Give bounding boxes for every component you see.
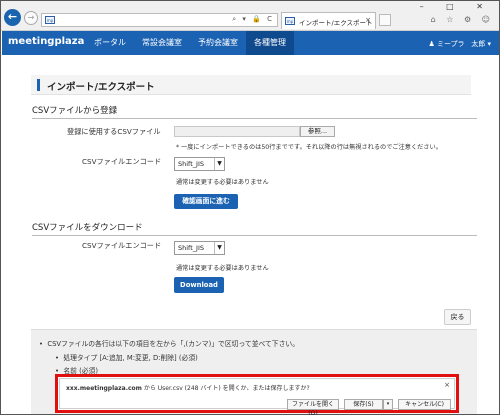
address-bar-icons[interactable]: ⌕ ▾ 🔒 C: [232, 15, 274, 24]
browse-button[interactable]: 参照...: [300, 126, 335, 137]
address-bar[interactable]: mp ⌕ ▾ 🔒 C: [41, 13, 278, 27]
import-encoding-select[interactable]: Shift_JIS ▼: [174, 157, 225, 171]
export-section-heading: CSVファイルをダウンロード: [32, 221, 477, 236]
back-button[interactable]: 戻る: [444, 309, 471, 325]
chevron-down-icon: ▼: [214, 242, 224, 254]
page-title: インポート/エクスポート: [47, 82, 155, 93]
chevron-down-icon: ▼: [214, 158, 224, 170]
export-encoding-label: CSVファイルエンコード: [82, 241, 162, 250]
file-label: 登録に使用するCSVファイル: [67, 127, 161, 136]
browser-tool-icons[interactable]: ⌂ ☆ ⚙ ☺: [431, 15, 494, 24]
tab-favicon-icon: mp: [285, 17, 295, 25]
download-message: xxx.meetingplaza.com から User.csv (248 バイ…: [66, 385, 310, 392]
confirm-button[interactable]: 確認画面に進む: [174, 194, 238, 209]
back-arrow-icon[interactable]: ←: [4, 9, 21, 26]
import-encoding-label: CSVファイルエンコード: [82, 157, 162, 166]
browser-window: ← → mp ⌕ ▾ 🔒 C mp インポート/エクスポート × – □ ✕ ⌂…: [0, 0, 500, 415]
file-note: * 一度にインポートできるのは50行までです。それ以降の行は無視されるのでご注意…: [176, 144, 442, 151]
save-options-chevron-icon[interactable]: ▾: [383, 399, 393, 410]
user-org: ♟ ミープラ: [428, 40, 465, 48]
menu-item-portal[interactable]: ポータル: [86, 31, 134, 55]
export-encoding-note: 通常は変更する必要はありません: [176, 265, 269, 272]
export-encoding-value: Shift_JIS: [178, 244, 204, 252]
info-intro: • CSVファイルの各行は以下の項目を左から「,(カンマ)」で区切って並べて下さ…: [39, 340, 299, 348]
save-button[interactable]: 保存(S): [344, 399, 383, 410]
download-notification-body: xxx.meetingplaza.com から User.csv (248 バイ…: [59, 378, 455, 415]
forward-arrow-icon[interactable]: →: [24, 11, 38, 25]
page-title-bar: インポート/エクスポート: [31, 75, 471, 95]
tab-title: インポート/エクスポート: [299, 19, 373, 27]
menu-item-permanent-rooms[interactable]: 常設会議室: [134, 31, 190, 55]
meetingplaza-logo[interactable]: meetingplaza: [8, 36, 84, 47]
menu-item-reserved-rooms[interactable]: 予約会議室: [190, 31, 246, 55]
import-encoding-note: 通常は変更する必要はありません: [176, 179, 269, 186]
main-menu: ポータル 常設会議室 予約会議室 各種管理: [86, 31, 294, 55]
download-notification: xxx.meetingplaza.com から User.csv (248 バイ…: [55, 374, 459, 415]
new-tab-button[interactable]: [379, 14, 391, 26]
file-path-input[interactable]: [174, 126, 300, 137]
export-encoding-select[interactable]: Shift_JIS ▼: [174, 241, 225, 255]
cancel-button[interactable]: キャンセル(C): [398, 399, 451, 410]
window-controls[interactable]: – □ ✕: [420, 2, 493, 11]
open-file-button[interactable]: ファイルを開く(O): [287, 399, 339, 415]
info-item: • 処理タイプ [A:追加, M:変更, D:削除] (必須): [55, 354, 198, 362]
site-favicon-icon: mp: [45, 16, 55, 24]
app-header: meetingplaza ポータル 常設会議室 予約会議室 各種管理 ♟ ミープ…: [2, 31, 499, 55]
close-icon[interactable]: ×: [444, 381, 450, 389]
import-section-heading: CSVファイルから登録: [32, 104, 477, 119]
user-name: 太郎 ▾: [471, 40, 491, 48]
download-button[interactable]: Download: [174, 277, 224, 293]
menu-item-admin[interactable]: 各種管理: [246, 31, 294, 55]
import-encoding-value: Shift_JIS: [178, 160, 204, 168]
main-content: インポート/エクスポート CSVファイルから登録 登録に使用するCSVファイル …: [2, 55, 499, 414]
browser-tab[interactable]: mp インポート/エクスポート ×: [281, 12, 376, 29]
browser-toolbar: ← → mp ⌕ ▾ 🔒 C mp インポート/エクスポート × – □ ✕ ⌂…: [1, 1, 499, 31]
tab-close-icon[interactable]: ×: [365, 16, 371, 24]
user-menu[interactable]: ♟ ミープラ 太郎 ▾: [428, 39, 491, 49]
title-accent: [37, 79, 40, 91]
download-site: xxx.meetingplaza.com: [66, 385, 142, 392]
